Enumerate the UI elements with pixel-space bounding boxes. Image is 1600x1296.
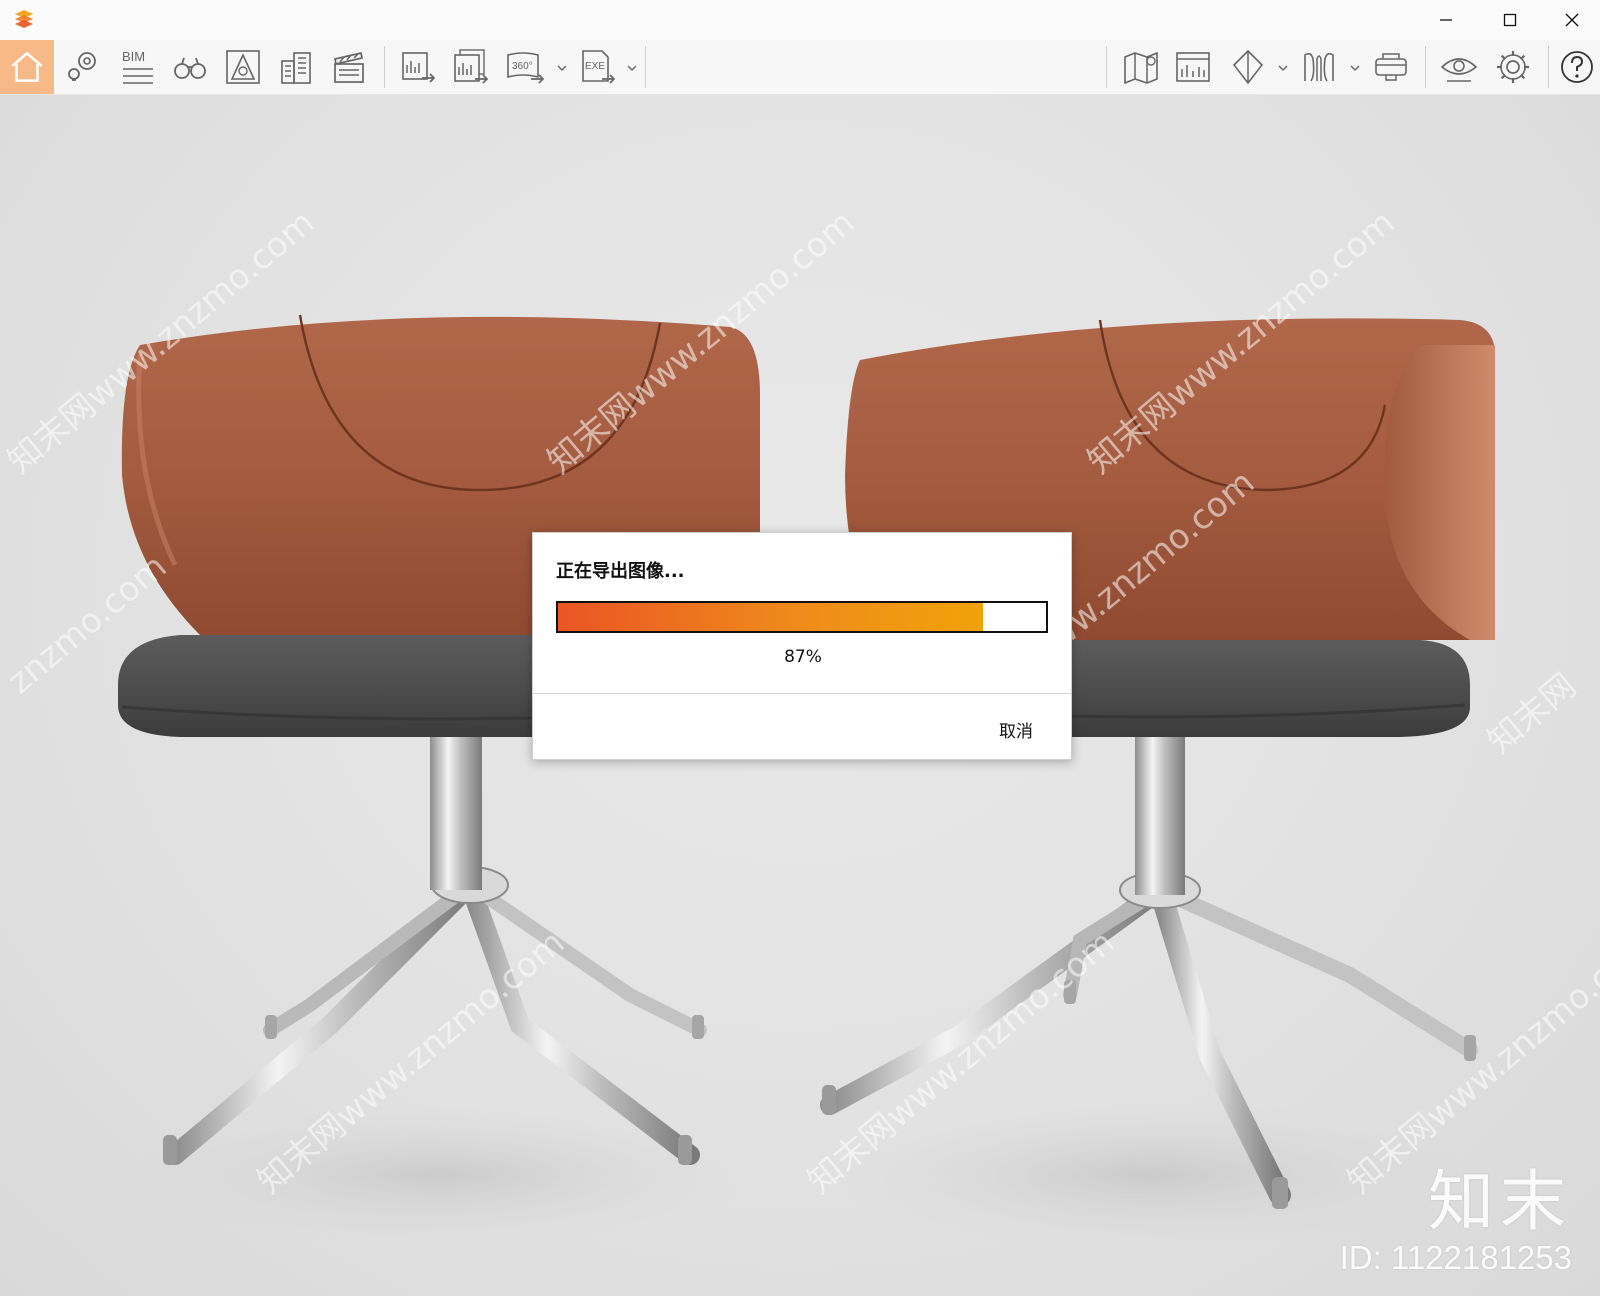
curtain-button[interactable] bbox=[1294, 44, 1344, 90]
app-window: BIM 360° EXE 知末网www.znzmo.com 知末网www.znz… bbox=[0, 0, 1600, 1296]
home-icon bbox=[11, 51, 43, 82]
home-button[interactable] bbox=[0, 40, 54, 94]
section-button[interactable] bbox=[1223, 44, 1273, 90]
cancel-button[interactable]: 取消 bbox=[999, 717, 1033, 742]
minimize-icon bbox=[1440, 19, 1452, 21]
export-progress-bar bbox=[556, 601, 1048, 633]
help-button[interactable] bbox=[1552, 44, 1600, 90]
panorama-export-button[interactable]: 360° bbox=[500, 44, 550, 90]
export-progress-dialog: 正在导出图像... 87% 取消 bbox=[532, 532, 1072, 760]
location-pin-button[interactable] bbox=[57, 44, 107, 90]
maximize-button[interactable] bbox=[1478, 0, 1542, 40]
close-button[interactable] bbox=[1540, 0, 1600, 40]
toolbar-separator bbox=[384, 46, 385, 88]
batch-export-icon bbox=[454, 49, 489, 84]
svg-text:知末网: 知末网 bbox=[1480, 666, 1584, 762]
chevron-down-icon[interactable] bbox=[626, 62, 638, 74]
main-toolbar: BIM 360° EXE bbox=[0, 40, 1600, 128]
corner-watermark: 知末 ID: 1122181253 bbox=[1340, 1166, 1572, 1278]
eye-icon bbox=[1440, 58, 1478, 82]
chevron-down-icon[interactable] bbox=[556, 62, 568, 74]
exe-export-button[interactable]: EXE bbox=[573, 44, 623, 90]
perspective-icon bbox=[226, 50, 260, 84]
app-logo-icon bbox=[15, 10, 33, 28]
chevron-down-icon[interactable] bbox=[1349, 62, 1361, 74]
export-image-icon bbox=[402, 52, 436, 83]
vr-button[interactable] bbox=[1366, 44, 1416, 90]
dialog-title: 正在导出图像... bbox=[556, 561, 685, 582]
perspective-button[interactable] bbox=[218, 44, 268, 90]
panorama-label: 360° bbox=[512, 61, 533, 72]
bim-label: BIM bbox=[122, 49, 145, 64]
toolbar-separator bbox=[1425, 46, 1426, 88]
close-icon bbox=[1565, 13, 1579, 27]
toolbar-separator bbox=[1548, 46, 1549, 88]
progress-percent-label: 87% bbox=[784, 647, 822, 667]
section-cube-icon bbox=[1232, 49, 1264, 85]
bim-button[interactable]: BIM bbox=[110, 44, 160, 90]
watermark-logo: 知末 bbox=[1428, 1163, 1572, 1240]
location-pin-icon bbox=[68, 52, 96, 81]
scene-view-button[interactable] bbox=[1168, 44, 1218, 90]
binoculars-icon bbox=[174, 57, 206, 79]
export-image-button[interactable] bbox=[393, 44, 443, 90]
toolbar-separator bbox=[1106, 46, 1107, 88]
animation-button[interactable] bbox=[324, 44, 374, 90]
panorama-icon: 360° bbox=[507, 52, 545, 84]
settings-button[interactable] bbox=[1488, 44, 1538, 90]
watermark-id: ID: 1122181253 bbox=[1339, 1239, 1572, 1276]
exe-icon: EXE bbox=[582, 50, 616, 84]
exe-label: EXE bbox=[585, 61, 605, 72]
help-icon bbox=[1561, 51, 1593, 83]
chevron-down-icon[interactable] bbox=[1277, 62, 1289, 74]
map-button[interactable] bbox=[1116, 44, 1166, 90]
buildings-icon bbox=[281, 52, 311, 84]
buildings-button[interactable] bbox=[271, 44, 321, 90]
batch-export-button[interactable] bbox=[446, 44, 496, 90]
binoculars-button[interactable] bbox=[165, 44, 215, 90]
gear-icon bbox=[1497, 51, 1529, 83]
vr-headset-icon bbox=[1375, 53, 1407, 81]
maximize-icon bbox=[1503, 13, 1517, 27]
minimize-button[interactable] bbox=[1414, 0, 1478, 40]
visibility-button[interactable] bbox=[1434, 44, 1484, 90]
scene-view-icon bbox=[1176, 52, 1210, 82]
clapperboard-icon bbox=[334, 51, 364, 83]
curtain-icon bbox=[1304, 52, 1334, 82]
dialog-divider bbox=[533, 693, 1071, 694]
title-bar bbox=[0, 0, 1600, 40]
map-icon bbox=[1124, 51, 1158, 85]
bim-icon: BIM bbox=[122, 49, 153, 84]
toolbar-separator bbox=[645, 46, 646, 88]
progress-fill bbox=[558, 603, 983, 631]
